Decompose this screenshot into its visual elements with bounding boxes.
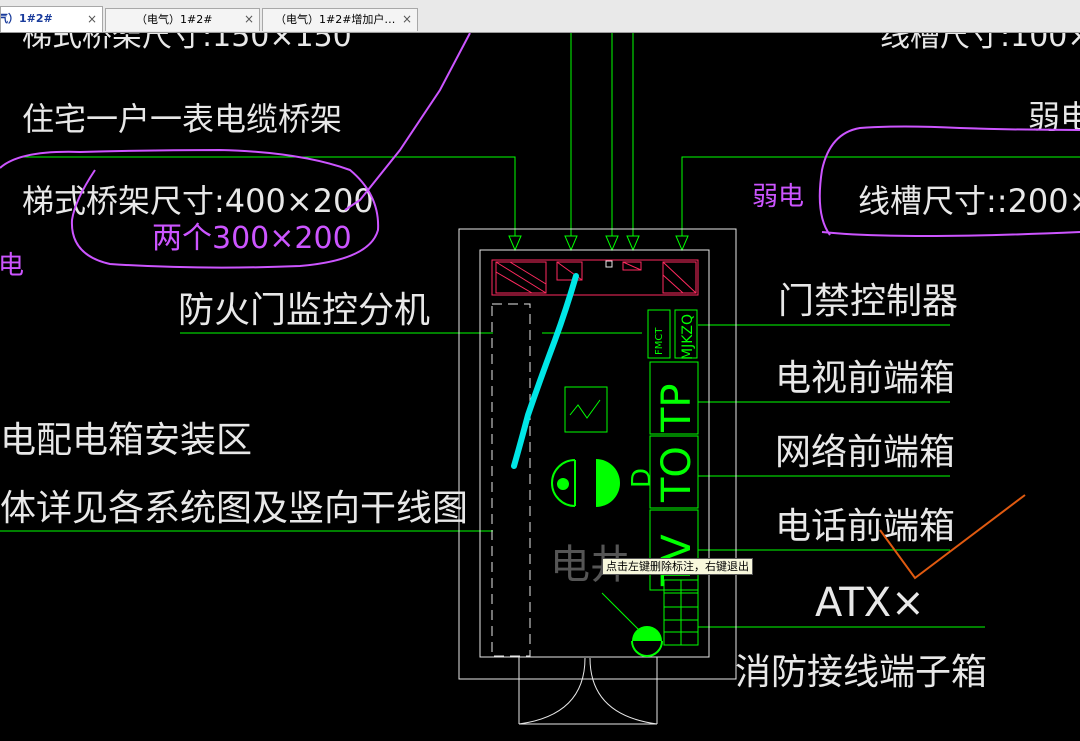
distribution-area-label: 电配电箱安装区 — [0, 420, 252, 461]
leader-arrows — [508, 235, 689, 252]
annotation-left-edge: 电 — [0, 251, 24, 281]
tv-front-box-label: 电视前端箱 — [775, 358, 955, 399]
access-controller-label: 门禁控制器 — [778, 281, 958, 322]
cad-drawing-canvas[interactable]: 梯式桥架尺寸:150×150 线槽尺寸:100×1 住宅一户一表电缆桥架 梯式桥… — [0, 33, 1080, 741]
tab-label: （电气）1#2#增加户… — [275, 13, 396, 26]
phone-front-box-label: 电话前端箱 — [775, 506, 955, 547]
atx-label: ATX× — [815, 580, 925, 626]
tp-box-label: TP — [654, 383, 700, 433]
trunking-size-label: 线槽尺寸::200×2 — [858, 182, 1080, 220]
fmct-box-label: FMCT — [654, 327, 665, 355]
close-icon[interactable]: × — [402, 9, 412, 30]
close-icon[interactable]: × — [244, 9, 254, 30]
document-tab-bar: 气）1#2# × （电气）1#2# × （电气）1#2#增加户… × — [0, 0, 1080, 33]
tab-label: 气）1#2# — [0, 12, 53, 25]
cable-tray-section — [491, 259, 699, 296]
fire-door-monitor-label: 防火门监控分机 — [178, 290, 430, 331]
cursor-tooltip: 点击左键删除标注，右键退出 — [602, 558, 753, 575]
see-diagrams-note: 体详见各系统图及竖向干线图 — [0, 488, 468, 529]
annotation-two-trays: 两个300×200 — [152, 221, 352, 256]
annotation-weak-current: 弱电 — [752, 182, 804, 212]
trunking-size-top-right: 线槽尺寸:100×1 — [880, 33, 1080, 54]
cyan-markup-stroke — [511, 273, 579, 469]
tab-drawing-2[interactable]: （电气）1#2# × — [105, 8, 260, 31]
tab-drawing-3[interactable]: （电气）1#2#增加户… × — [262, 8, 418, 31]
close-icon[interactable]: × — [87, 7, 97, 31]
tab-label: （电气）1#2# — [136, 13, 213, 26]
distribution-box-outline — [491, 303, 531, 657]
to-box-label: TO — [654, 446, 700, 503]
network-front-box-label: 网络前端箱 — [775, 432, 955, 473]
ladder-tray-size: 梯式桥架尺寸:400×200 — [22, 182, 374, 220]
d-box-label: D — [627, 468, 657, 488]
residential-tray-title: 住宅一户一表电缆桥架 — [22, 100, 342, 138]
tab-drawing-1[interactable]: 气）1#2# × — [0, 6, 103, 32]
tray-size-top-left: 梯式桥架尺寸:150×150 — [22, 33, 352, 54]
fire-terminal-box-label: 消防接线端子箱 — [735, 652, 987, 693]
mjkzq-box-label: MJKZQ — [680, 314, 696, 360]
